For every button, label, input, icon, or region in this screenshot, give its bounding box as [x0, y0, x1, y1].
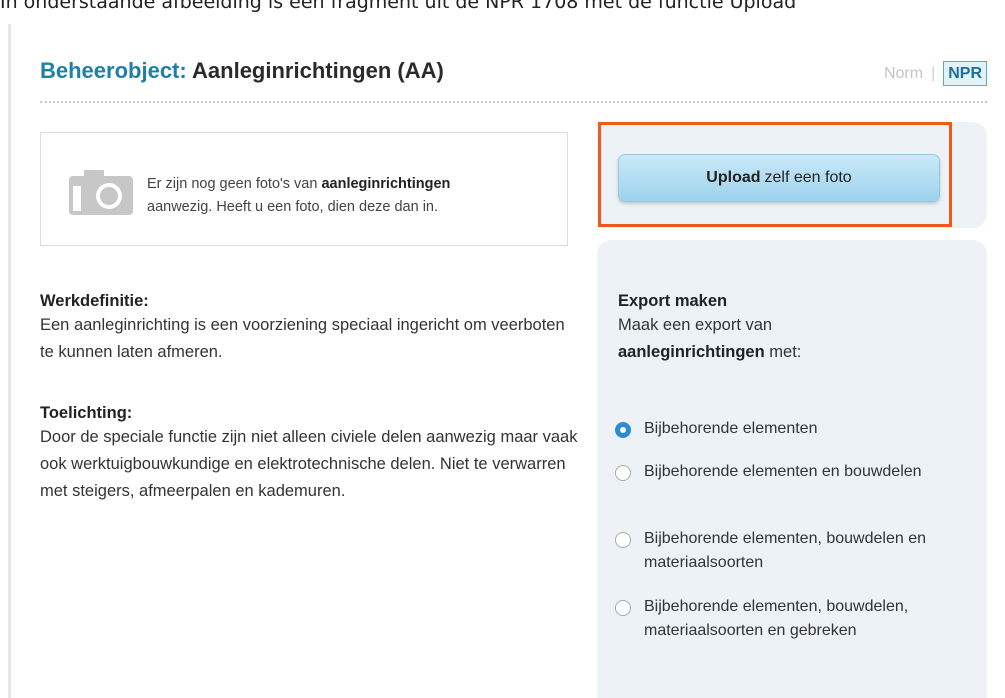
definition-section: Werkdefinitie: Een aanleginrichting is e…: [40, 290, 580, 366]
export-heading: Export maken: [618, 292, 728, 310]
upload-button-bold: Upload: [706, 169, 761, 186]
view-norm-link[interactable]: Norm: [884, 65, 923, 83]
export-desc-end: met:: [769, 343, 802, 361]
camera-icon: [69, 170, 133, 215]
export-option-elements-parts-materials-defects[interactable]: Bijbehorende elementen, bouwdelen, mater…: [615, 595, 945, 643]
header-divider: [40, 101, 987, 103]
radio-button[interactable]: [615, 465, 631, 481]
explanation-heading: Toelichting:: [40, 404, 133, 422]
upload-photo-button[interactable]: Upload zelf een foto: [618, 154, 940, 202]
export-option-elements-parts[interactable]: Bijbehorende elementen en bouwdelen: [615, 460, 945, 484]
photo-message-object: aanleginrichtingen: [321, 176, 451, 192]
left-border: [8, 24, 11, 698]
document-caption: In onderstaande afbeelding is een fragme…: [0, 0, 797, 13]
export-option-elements[interactable]: Bijbehorende elementen: [615, 417, 945, 441]
view-switch: Norm | NPR: [884, 61, 987, 86]
view-npr-tab[interactable]: NPR: [943, 61, 987, 86]
definition-text: Een aanleginrichting is een voorziening …: [40, 316, 565, 361]
export-option-label: Bijbehorende elementen, bouwdelen, mater…: [644, 598, 909, 639]
radio-button-selected[interactable]: [615, 422, 631, 438]
export-option-label: Bijbehorende elementen en bouwdelen: [644, 463, 922, 480]
definition-heading: Werkdefinitie:: [40, 292, 149, 310]
export-option-elements-parts-materials[interactable]: Bijbehorende elementen, bouwdelen en mat…: [615, 527, 945, 575]
radio-button[interactable]: [615, 532, 631, 548]
photo-placeholder: Er zijn nog geen foto's van aanleginrich…: [40, 132, 568, 246]
export-desc-start: Maak een export van: [618, 316, 773, 334]
export-description: Maak een export van aanleginrichtingen me…: [618, 312, 948, 366]
export-option-label: Bijbehorende elementen: [644, 420, 818, 437]
header: Beheerobject: Aanleginrichtingen (AA) No…: [40, 58, 987, 94]
page-title-prefix: Beheerobject:: [40, 58, 187, 83]
export-desc-object: aanleginrichtingen: [618, 343, 765, 361]
photo-message-start: Er zijn nog geen foto's van: [147, 176, 322, 192]
export-option-label: Bijbehorende elementen, bouwdelen en mat…: [644, 530, 926, 571]
page-title-object: Aanleginrichtingen (AA): [192, 58, 444, 83]
view-separator: |: [931, 64, 936, 82]
explanation-section: Toelichting: Door de speciale functie zi…: [40, 402, 580, 505]
upload-button-label: zelf een foto: [764, 169, 852, 186]
page-title: Beheerobject: Aanleginrichtingen (AA): [40, 58, 444, 84]
photo-message-end: aanwezig. Heeft u een foto, dien deze da…: [147, 199, 439, 215]
photo-message: Er zijn nog geen foto's van aanleginrich…: [147, 173, 557, 219]
radio-button[interactable]: [615, 600, 631, 616]
explanation-text: Door de speciale functie zijn niet allee…: [40, 428, 578, 500]
